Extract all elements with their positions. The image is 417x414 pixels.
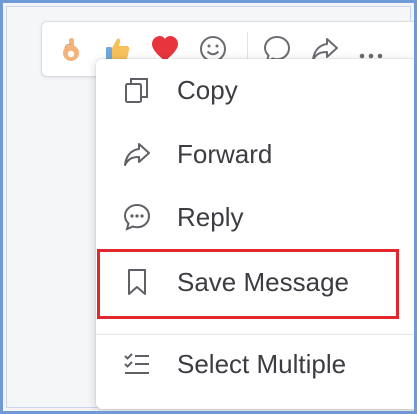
screenshot-frame: Copy Forward Reply Save Message Select M… bbox=[0, 0, 417, 414]
menu-item-select-multiple[interactable]: Select Multiple bbox=[96, 335, 414, 393]
checklist-icon bbox=[122, 349, 152, 379]
forward-icon bbox=[122, 139, 152, 169]
message-context-menu: Copy Forward Reply Save Message Select M… bbox=[96, 59, 414, 409]
menu-item-label: Select Multiple bbox=[177, 349, 347, 379]
menu-item-label: Forward bbox=[177, 139, 273, 169]
menu-item-save-message[interactable]: Save Message bbox=[96, 253, 414, 311]
menu-item-label: Reply bbox=[177, 202, 244, 232]
bookmark-icon bbox=[122, 267, 152, 297]
menu-item-label: Save Message bbox=[177, 267, 349, 297]
menu-item-reply[interactable]: Reply bbox=[96, 188, 414, 246]
reply-icon bbox=[122, 202, 152, 232]
menu-item-copy[interactable]: Copy bbox=[96, 61, 414, 119]
copy-icon bbox=[122, 75, 152, 105]
menu-item-forward[interactable]: Forward bbox=[96, 125, 414, 183]
menu-item-label: Copy bbox=[177, 75, 238, 105]
ok-hand-emoji[interactable] bbox=[56, 34, 86, 64]
